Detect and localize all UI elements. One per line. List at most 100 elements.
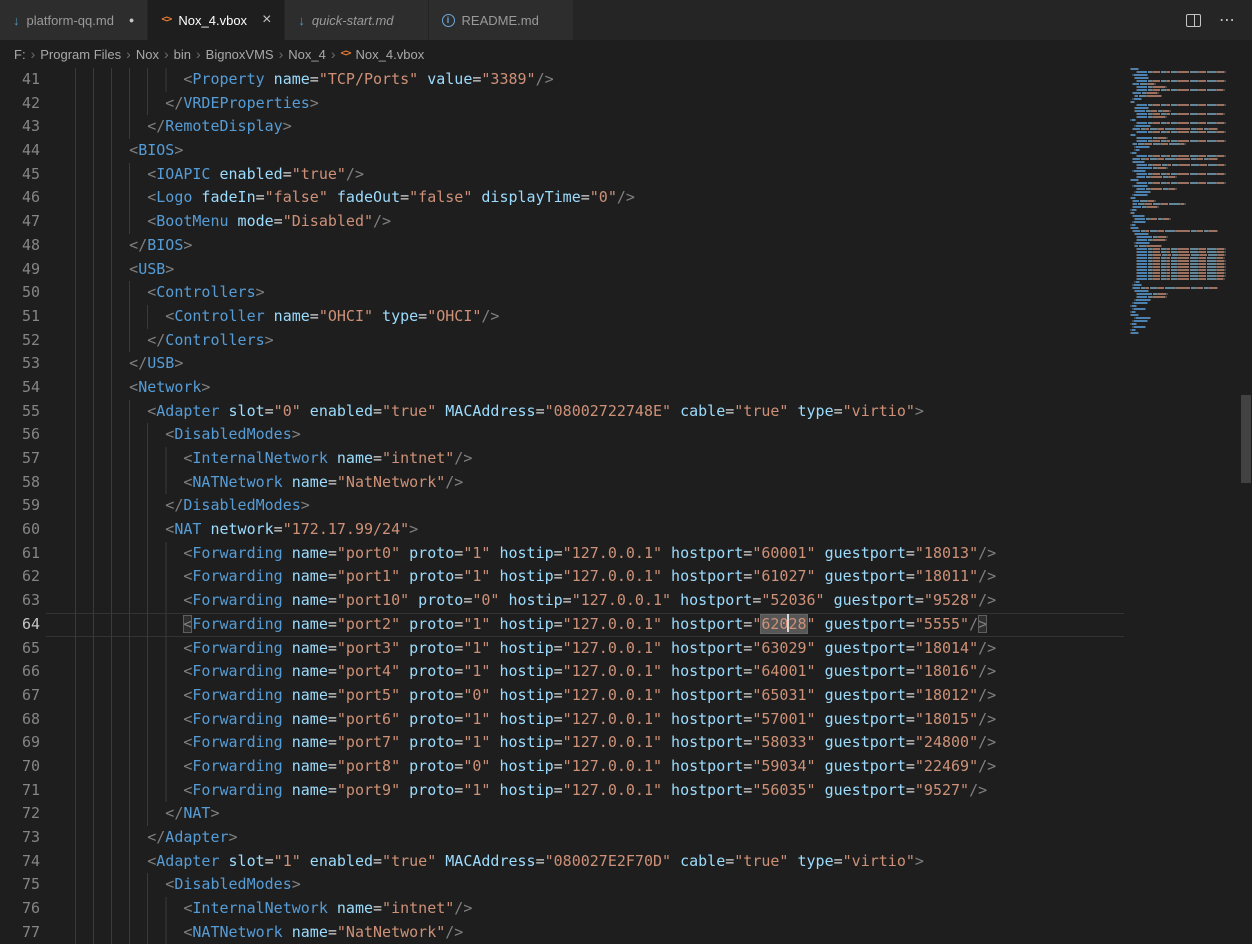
line-number[interactable]: 58 bbox=[0, 471, 46, 495]
line-number[interactable]: 64 bbox=[0, 613, 46, 637]
line-number[interactable]: 62 bbox=[0, 565, 46, 589]
line-number[interactable]: 69 bbox=[0, 731, 46, 755]
code-line[interactable]: 77<NATNetwork name="NatNetwork"/> bbox=[0, 921, 1124, 944]
code-line[interactable]: 62<Forwarding name="port1" proto="1" hos… bbox=[0, 565, 1124, 589]
line-number[interactable]: 55 bbox=[0, 400, 46, 424]
code-line[interactable]: 52</Controllers> bbox=[0, 329, 1124, 353]
line-number[interactable]: 74 bbox=[0, 850, 46, 874]
code-line[interactable]: 48</BIOS> bbox=[0, 234, 1124, 258]
code-line[interactable]: 49<USB> bbox=[0, 258, 1124, 282]
line-number[interactable]: 50 bbox=[0, 281, 46, 305]
line-number[interactable]: 47 bbox=[0, 210, 46, 234]
code-line[interactable]: 58<NATNetwork name="NatNetwork"/> bbox=[0, 471, 1124, 495]
tab-quick-start-md[interactable]: ↓ quick-start.md bbox=[285, 0, 428, 40]
code-line[interactable]: 60<NAT network="172.17.99/24"> bbox=[0, 518, 1124, 542]
line-number[interactable]: 49 bbox=[0, 258, 46, 282]
line-number[interactable]: 77 bbox=[0, 921, 46, 944]
code-line[interactable]: 42</VRDEProperties> bbox=[0, 92, 1124, 116]
breadcrumb-item[interactable]: Nox_4 bbox=[288, 47, 326, 62]
code-line[interactable]: 50<Controllers> bbox=[0, 281, 1124, 305]
code-line[interactable]: 73</Adapter> bbox=[0, 826, 1124, 850]
line-number[interactable]: 57 bbox=[0, 447, 46, 471]
tab-readme-md[interactable]: i README.md bbox=[429, 0, 574, 40]
breadcrumb-item[interactable]: Program Files bbox=[40, 47, 121, 62]
breadcrumb-item[interactable]: Nox bbox=[136, 47, 159, 62]
indent-guides bbox=[75, 613, 183, 637]
line-number[interactable]: 41 bbox=[0, 68, 46, 92]
line-number[interactable]: 70 bbox=[0, 755, 46, 779]
code-line[interactable]: 54<Network> bbox=[0, 376, 1124, 400]
line-number[interactable]: 60 bbox=[0, 518, 46, 542]
code-line[interactable]: 57<InternalNetwork name="intnet"/> bbox=[0, 447, 1124, 471]
line-number[interactable]: 51 bbox=[0, 305, 46, 329]
code-line[interactable]: 61<Forwarding name="port0" proto="1" hos… bbox=[0, 542, 1124, 566]
line-number[interactable]: 56 bbox=[0, 423, 46, 447]
code-line[interactable]: 51<Controller name="OHCI" type="OHCI"/> bbox=[0, 305, 1124, 329]
line-number[interactable]: 73 bbox=[0, 826, 46, 850]
line-number[interactable]: 71 bbox=[0, 779, 46, 803]
tab-nox-4-vbox[interactable]: <> Nox_4.vbox × bbox=[148, 0, 285, 40]
line-number[interactable]: 63 bbox=[0, 589, 46, 613]
line-number[interactable]: 59 bbox=[0, 494, 46, 518]
code-line[interactable]: 47<BootMenu mode="Disabled"/> bbox=[0, 210, 1124, 234]
modified-dot-icon[interactable]: ● bbox=[129, 15, 134, 25]
code-line[interactable]: 41<Property name="TCP/Ports" value="3389… bbox=[0, 68, 1124, 92]
line-number[interactable]: 65 bbox=[0, 637, 46, 661]
code-line[interactable]: 70<Forwarding name="port8" proto="0" hos… bbox=[0, 755, 1124, 779]
code-line[interactable]: 65<Forwarding name="port3" proto="1" hos… bbox=[0, 637, 1124, 661]
line-number[interactable]: 75 bbox=[0, 873, 46, 897]
line-number[interactable]: 53 bbox=[0, 352, 46, 376]
code-line[interactable]: 68<Forwarding name="port6" proto="1" hos… bbox=[0, 708, 1124, 732]
code-line[interactable]: 74<Adapter slot="1" enabled="true" MACAd… bbox=[0, 850, 1124, 874]
code-line[interactable]: 63<Forwarding name="port10" proto="0" ho… bbox=[0, 589, 1124, 613]
code-line[interactable]: 66<Forwarding name="port4" proto="1" hos… bbox=[0, 660, 1124, 684]
tab-label: quick-start.md bbox=[312, 13, 394, 28]
code-line[interactable]: 43</RemoteDisplay> bbox=[0, 115, 1124, 139]
line-number[interactable]: 43 bbox=[0, 115, 46, 139]
code-line[interactable]: 45<IOAPIC enabled="true"/> bbox=[0, 163, 1124, 187]
line-number[interactable]: 66 bbox=[0, 660, 46, 684]
code-line[interactable]: 44<BIOS> bbox=[0, 139, 1124, 163]
code-line[interactable]: 46<Logo fadeIn="false" fadeOut="false" d… bbox=[0, 186, 1124, 210]
line-number[interactable]: 52 bbox=[0, 329, 46, 353]
line-number[interactable]: 54 bbox=[0, 376, 46, 400]
split-editor-icon[interactable] bbox=[1186, 14, 1201, 27]
tab-platform-qq-md[interactable]: ↓ platform-qq.md ● bbox=[0, 0, 148, 40]
line-number[interactable]: 44 bbox=[0, 139, 46, 163]
code-line[interactable]: 55<Adapter slot="0" enabled="true" MACAd… bbox=[0, 400, 1124, 424]
indent-guides bbox=[75, 542, 183, 566]
scrollbar-thumb[interactable] bbox=[1241, 395, 1251, 483]
breadcrumb-item[interactable]: F: bbox=[14, 47, 26, 62]
code-line[interactable]: 72</NAT> bbox=[0, 802, 1124, 826]
code-line[interactable]: 56<DisabledModes> bbox=[0, 423, 1124, 447]
editor-lines: 41<Property name="TCP/Ports" value="3389… bbox=[0, 68, 1124, 944]
line-number[interactable]: 42 bbox=[0, 92, 46, 116]
code-line[interactable]: 71<Forwarding name="port9" proto="1" hos… bbox=[0, 779, 1124, 803]
line-number[interactable]: 76 bbox=[0, 897, 46, 921]
code-line[interactable]: 76<InternalNetwork name="intnet"/> bbox=[0, 897, 1124, 921]
chevron-right-icon: › bbox=[31, 46, 36, 62]
breadcrumb-item[interactable]: <>Nox_4.vbox bbox=[341, 47, 425, 62]
breadcrumb-item[interactable]: BignoxVMS bbox=[206, 47, 274, 62]
editor: 41<Property name="TCP/Ports" value="3389… bbox=[0, 68, 1252, 942]
line-number[interactable]: 72 bbox=[0, 802, 46, 826]
code-line[interactable]: 53</USB> bbox=[0, 352, 1124, 376]
line-number[interactable]: 61 bbox=[0, 542, 46, 566]
line-number[interactable]: 46 bbox=[0, 186, 46, 210]
close-icon[interactable]: × bbox=[262, 12, 271, 28]
code-line[interactable]: 67<Forwarding name="port5" proto="0" hos… bbox=[0, 684, 1124, 708]
code-line[interactable]: 64<Forwarding name="port2" proto="1" hos… bbox=[0, 613, 1124, 637]
minimap[interactable] bbox=[1124, 68, 1240, 335]
code-line[interactable]: 59</DisabledModes> bbox=[0, 494, 1124, 518]
line-number[interactable]: 67 bbox=[0, 684, 46, 708]
code-line[interactable]: 75<DisabledModes> bbox=[0, 873, 1124, 897]
indent-guides bbox=[75, 708, 183, 732]
scrollbar[interactable] bbox=[1240, 68, 1252, 942]
breadcrumb-item[interactable]: bin bbox=[174, 47, 191, 62]
line-number[interactable]: 68 bbox=[0, 708, 46, 732]
indent-guides bbox=[75, 897, 183, 921]
line-number[interactable]: 48 bbox=[0, 234, 46, 258]
line-number[interactable]: 45 bbox=[0, 163, 46, 187]
code-line[interactable]: 69<Forwarding name="port7" proto="1" hos… bbox=[0, 731, 1124, 755]
more-actions-icon[interactable]: ⋯ bbox=[1219, 10, 1236, 30]
